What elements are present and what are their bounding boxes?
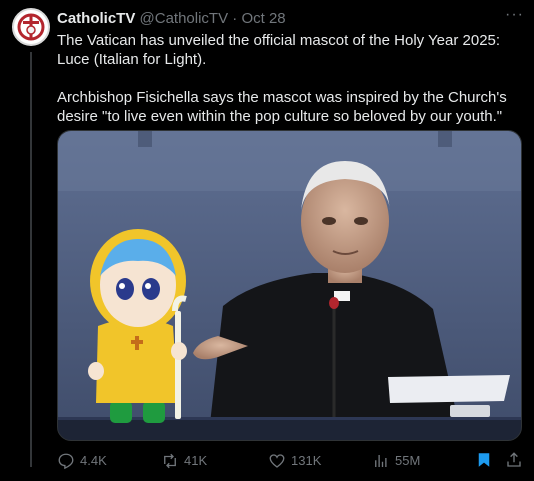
tweet-media-image[interactable] xyxy=(57,130,522,441)
author-name[interactable]: CatholicTV xyxy=(57,10,135,27)
tweet-actions-bar: 4.4K 41K 131K 55M xyxy=(57,451,527,473)
views-bar-chart-icon xyxy=(375,455,387,467)
repost-button[interactable]: 41K xyxy=(161,451,207,471)
thread-line xyxy=(30,52,32,467)
reply-button[interactable]: 4.4K xyxy=(57,451,107,471)
like-count: 131K xyxy=(291,453,322,468)
author-handle[interactable]: @CatholicTV xyxy=(140,10,229,27)
tweet-text: The Vatican has unveiled the official ma… xyxy=(57,31,523,126)
share-button[interactable] xyxy=(505,451,523,469)
luce-mascot-figure xyxy=(88,229,187,423)
more-options-icon[interactable]: ··· xyxy=(505,6,524,24)
mascot-press-photo xyxy=(58,131,521,440)
catholictv-logo-icon xyxy=(15,11,47,43)
views-button[interactable]: 55M xyxy=(372,451,420,471)
bookmark-button[interactable] xyxy=(475,451,493,469)
heart-icon xyxy=(269,454,285,468)
header-separator: · xyxy=(232,10,238,27)
author-avatar[interactable] xyxy=(12,8,50,46)
tweet-header: CatholicTV @CatholicTV · Oct 28 xyxy=(57,10,286,28)
bookmark-icon xyxy=(478,453,490,467)
share-icon xyxy=(507,452,521,467)
reply-icon xyxy=(58,453,74,470)
repost-icon xyxy=(164,453,176,469)
repost-count: 41K xyxy=(184,453,208,468)
like-button[interactable]: 131K xyxy=(268,451,321,471)
tweet-paragraph: The Vatican has unveiled the official ma… xyxy=(57,32,501,68)
views-count: 55M xyxy=(395,453,421,468)
tweet-date[interactable]: Oct 28 xyxy=(241,10,285,27)
tweet-paragraph: Archbishop Fisichella says the mascot wa… xyxy=(57,89,507,125)
reply-count: 4.4K xyxy=(80,453,107,468)
